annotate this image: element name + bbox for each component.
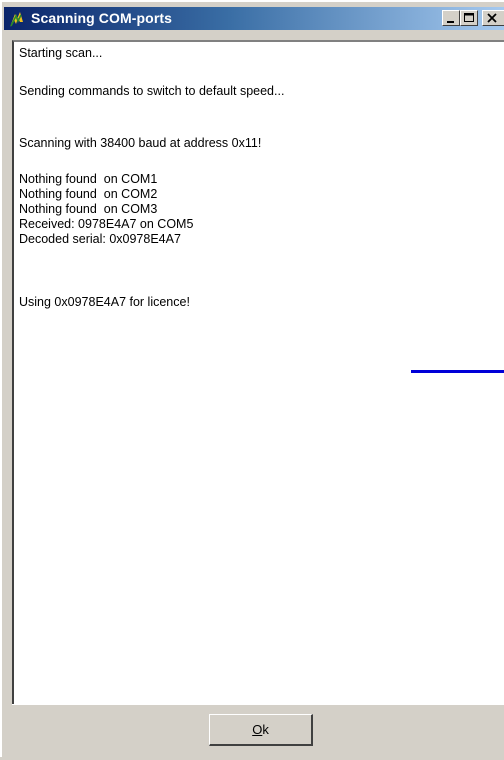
- close-icon: [487, 13, 497, 23]
- title-bar[interactable]: Scanning COM-ports: [4, 7, 504, 30]
- log-line: Starting scan...: [19, 46, 103, 60]
- log-line: Nothing found on COM1: [19, 172, 158, 186]
- log-line: Received: 0978E4A7 on COM5: [19, 217, 194, 231]
- blue-marker-line: [411, 370, 504, 373]
- ok-mnemonic: O: [252, 722, 263, 737]
- log-line: Nothing found on COM3: [19, 202, 158, 216]
- dialog-window: Scanning COM-ports Starting scan... Send…: [0, 0, 504, 760]
- minimize-icon: [447, 21, 454, 23]
- maximize-icon: [464, 13, 474, 22]
- window-title: Scanning COM-ports: [31, 10, 173, 26]
- log-line: Using 0x0978E4A7 for licence!: [19, 295, 190, 309]
- ok-button[interactable]: Ok: [209, 714, 313, 746]
- app-icon: [8, 10, 26, 28]
- close-button[interactable]: [482, 10, 504, 26]
- log-line: Decoded serial: 0x0978E4A7: [19, 232, 181, 246]
- ok-label-rest: k: [262, 722, 269, 737]
- log-line: Nothing found on COM2: [19, 187, 158, 201]
- maximize-button[interactable]: [460, 10, 478, 26]
- log-line: Sending commands to switch to default sp…: [19, 84, 285, 98]
- minimize-button[interactable]: [442, 10, 460, 26]
- log-line: Scanning with 38400 baud at address 0x11…: [19, 136, 262, 150]
